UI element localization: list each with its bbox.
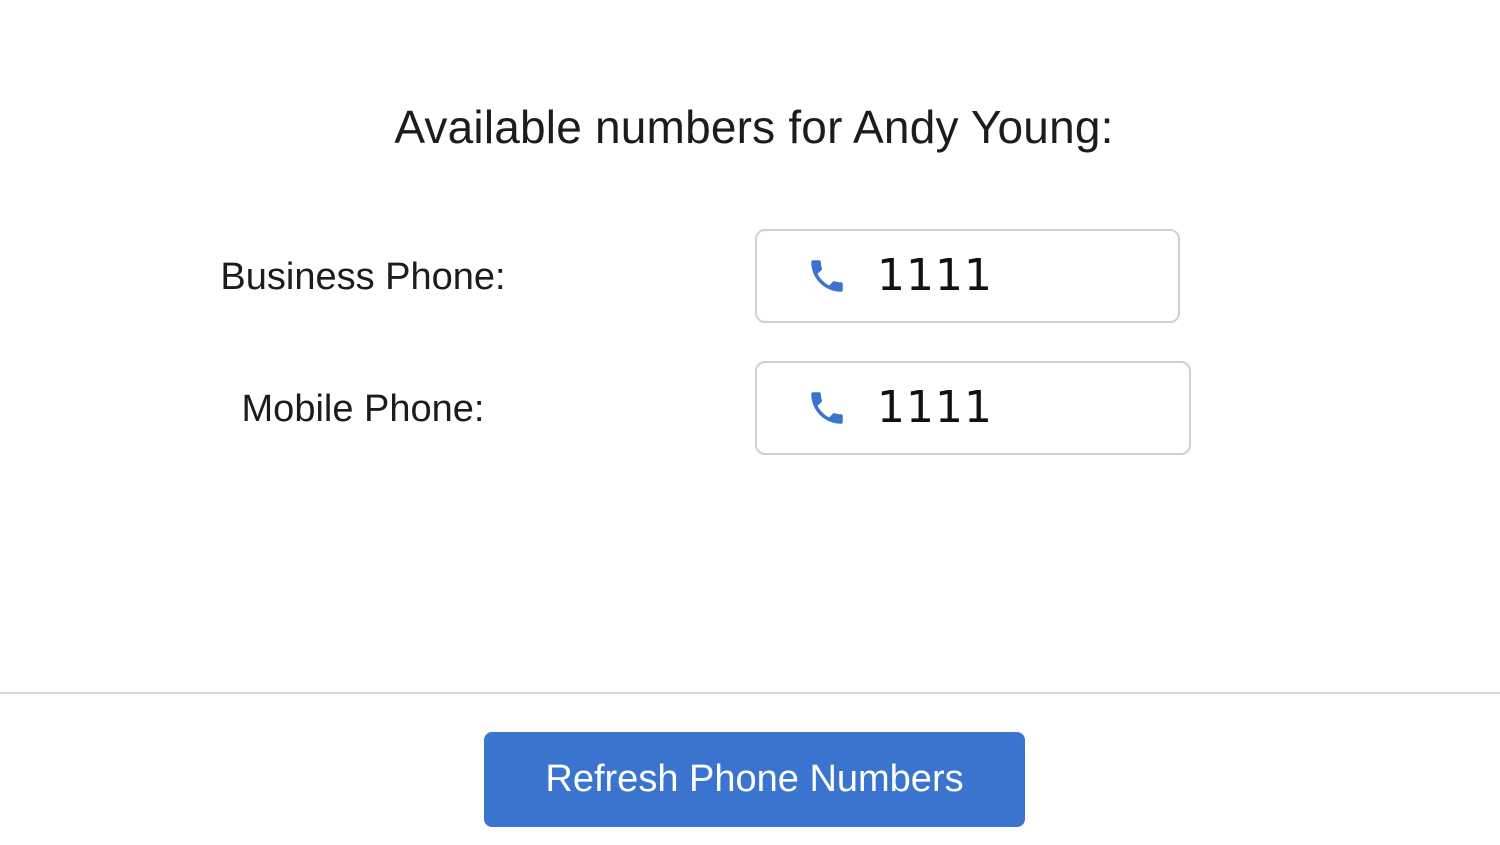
mobile-phone-number: 1111 [877, 382, 993, 433]
phone-icon [805, 386, 849, 430]
business-phone-number: 1111 [877, 250, 993, 301]
footer-divider [0, 692, 1500, 694]
mobile-phone-label: Mobile Phone: [241, 388, 485, 430]
page-title: Available numbers for Andy Young: [394, 101, 1114, 153]
mobile-phone-button[interactable]: 1111 [755, 361, 1191, 455]
business-phone-label: Business Phone: [220, 256, 506, 298]
phone-icon [805, 254, 849, 298]
business-phone-button[interactable]: 1111 [755, 229, 1180, 323]
phone-numbers-panel: Available numbers for Andy Young: Busine… [0, 0, 1500, 845]
refresh-phone-numbers-button[interactable]: Refresh Phone Numbers [484, 732, 1025, 827]
